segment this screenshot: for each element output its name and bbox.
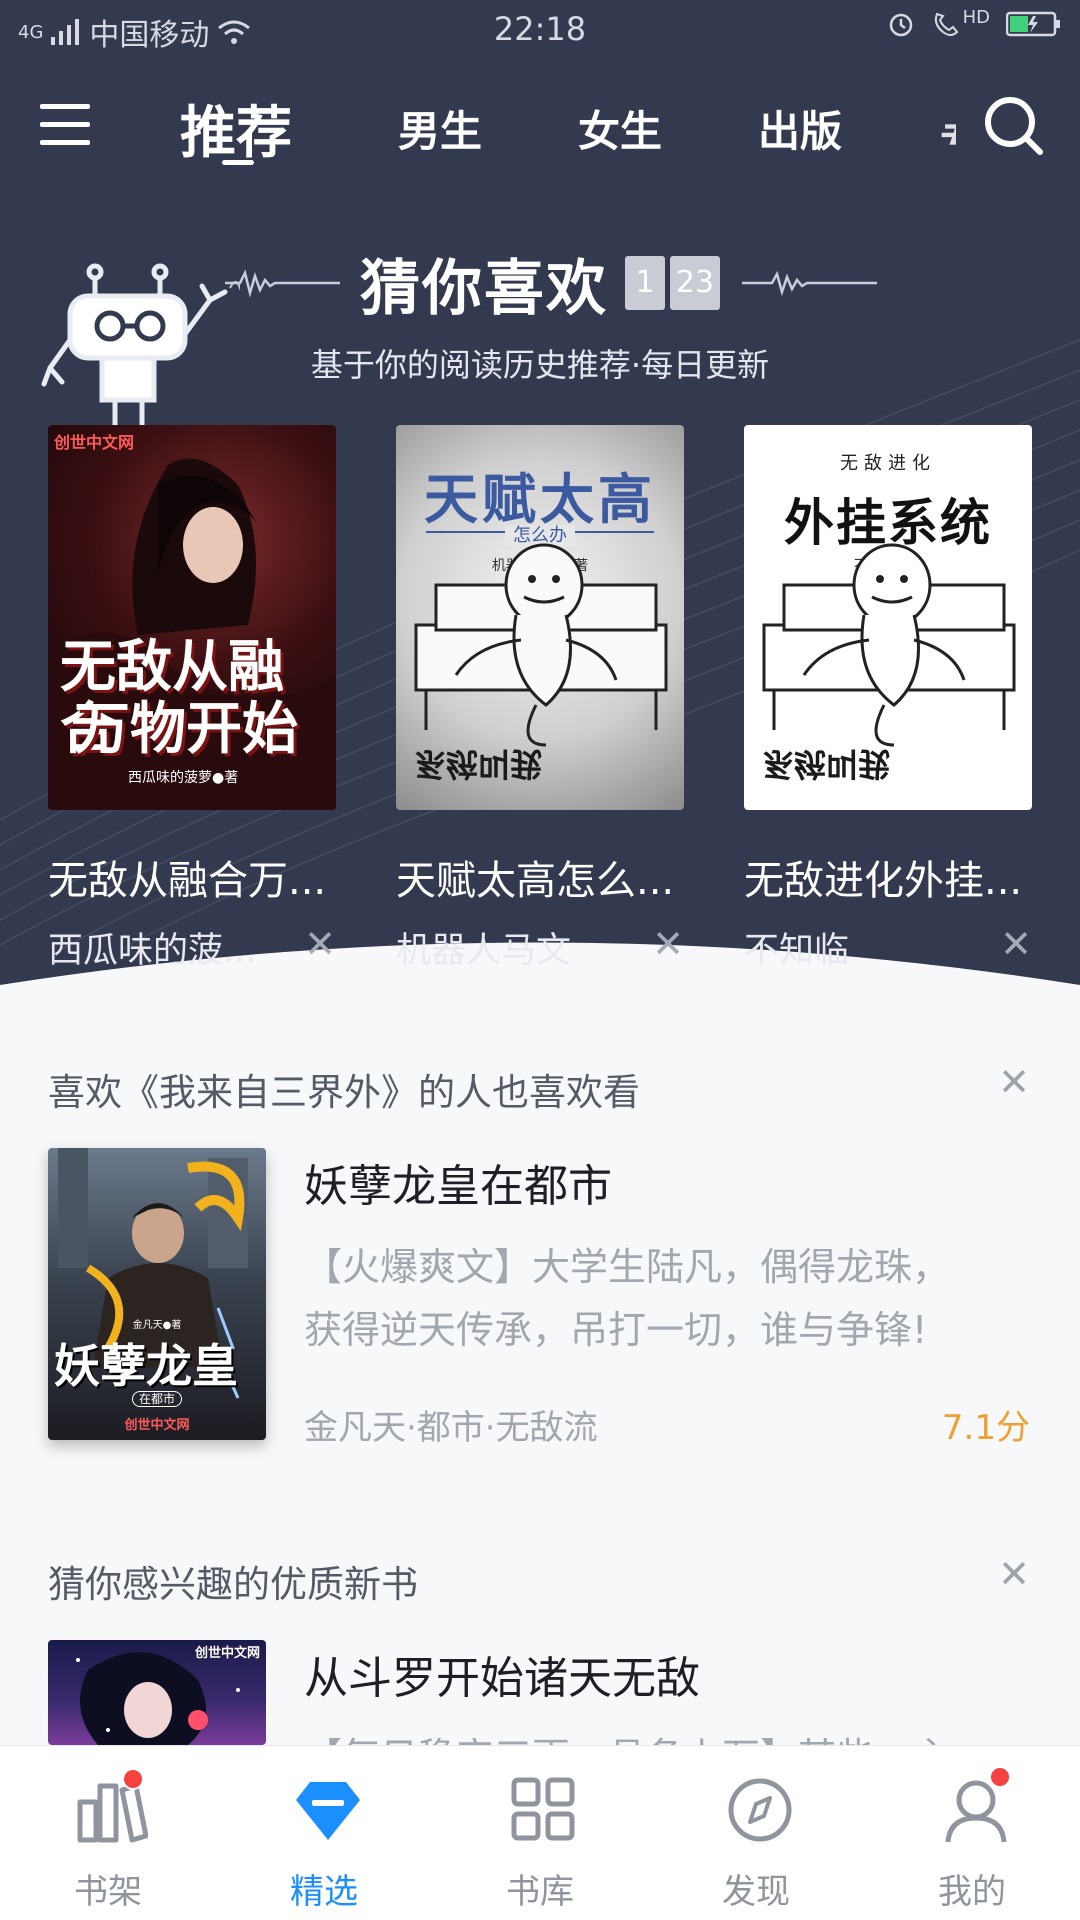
notification-badge — [989, 1766, 1011, 1788]
recommended-book-2[interactable]: 天赋太高 怎么办 机器人马文●著 系统叫我 天赋太高怎么... — [396, 425, 684, 971]
dismiss-close-icon[interactable]: ✕ — [1000, 922, 1032, 966]
alarm-icon — [889, 13, 912, 37]
section-close-icon[interactable]: ✕ — [998, 1552, 1030, 1596]
bottom-tab-library[interactable]: 书库 — [432, 1746, 648, 1920]
publisher-logo: 创世中文网 — [54, 433, 135, 452]
dismiss-close-icon[interactable]: ✕ — [652, 922, 684, 966]
menu-icon[interactable] — [40, 102, 92, 148]
book-author: 机器人马文 — [396, 931, 572, 971]
calendar-month: 1 — [625, 256, 665, 310]
desc-line-1: 【每日稳定三更，具备上万】某些、主 — [304, 1726, 1034, 1745]
tab-male[interactable]: 男生 — [398, 98, 482, 159]
book-cover[interactable]: 金凡天●著 妖孽龙皇 在都市 创世中文网 — [48, 1148, 266, 1440]
sound-wave-left — [225, 269, 340, 298]
desc-line-2: 获得逆天传承，吊打一切，谁与争锋! — [304, 1308, 928, 1352]
recommend-hero: 4G 中国移动 22:18 HD 推荐 男生 女生 出版 专 — [0, 0, 1080, 1015]
bottom-tab-bookshelf[interactable]: 书架 — [0, 1746, 216, 1920]
bottom-tab-featured[interactable]: 精选 — [216, 1746, 432, 1920]
book-cover[interactable]: 创世中文网 — [48, 1640, 266, 1745]
tab-publish[interactable]: 出版 — [758, 98, 842, 159]
tab-label: 书库 — [506, 1872, 574, 1912]
book-author: 不知临 — [744, 931, 850, 971]
diamond-icon — [296, 1782, 360, 1840]
book-author: 西瓜味的菠... — [48, 931, 257, 971]
tab-recommend[interactable]: 推荐 — [180, 88, 292, 169]
sound-wave-right — [742, 270, 877, 297]
book-title[interactable]: 无敌进化外挂... — [744, 848, 1032, 906]
book-cover[interactable]: 无敌进化 外挂系统 不知临●著 系统叫我 — [744, 425, 1032, 810]
cover-title: 妖孽龙皇 — [54, 1339, 238, 1393]
book-cover[interactable]: 创世中文网 无敌从融合 万物开始 西瓜味的菠萝●著 — [48, 425, 336, 810]
desc-line-1: 【火爆爽文】大学生陆凡，偶得龙珠， — [304, 1245, 951, 1289]
bottom-tab-bar: 书架 精选 书库 发现 我的 — [0, 1745, 1080, 1920]
cover-stamp: 系统叫我 — [762, 745, 891, 783]
call-icon — [934, 12, 958, 36]
battery-icon — [1006, 11, 1060, 37]
recommended-book-1[interactable]: 创世中文网 无敌从融合 万物开始 西瓜味的菠萝●著 无敌从融合万... 西瓜味的… — [48, 425, 336, 971]
notification-badge — [122, 1768, 144, 1790]
section-title: 猜你感兴趣的优质新书 — [48, 1563, 418, 1606]
tab-label: 发现 — [722, 1872, 790, 1912]
calendar-day: 23 — [670, 256, 720, 310]
section-close-icon[interactable]: ✕ — [998, 1060, 1030, 1104]
more-tabs-fade: 专 — [940, 108, 956, 148]
book-title[interactable]: 无敌从融合万... — [48, 848, 336, 906]
bottom-tab-mine[interactable]: 我的 — [864, 1746, 1080, 1920]
cover-stamp: 系统叫我 — [414, 745, 543, 783]
active-tab-indicator — [222, 160, 254, 165]
guess-subtitle: 基于你的阅读历史推荐·每日更新 — [310, 346, 770, 384]
book-title[interactable]: 妖孽龙皇在都市 — [304, 1150, 612, 1214]
book-score: 7.1分 — [941, 1408, 1030, 1448]
publisher-logo: 创世中文网 — [124, 1418, 190, 1433]
book-title[interactable]: 从斗罗开始诸天无敌 — [304, 1642, 700, 1706]
calendar-badge: 1 23 — [625, 256, 720, 310]
hd-indicator: HD — [962, 6, 990, 28]
book-description: 【火爆爽文】大学生陆凡，偶得龙珠， 获得逆天传承，吊打一切，谁与争锋! — [304, 1236, 1034, 1362]
compass-icon — [728, 1778, 792, 1842]
status-bar: 4G 中国移动 22:18 HD — [0, 0, 1080, 58]
book-cover[interactable]: 天赋太高 怎么办 机器人马文●著 系统叫我 — [396, 425, 684, 810]
guess-title: 猜你喜欢 — [360, 254, 608, 324]
book-description: 【每日稳定三更，具备上万】某些、主 — [304, 1726, 1034, 1745]
section-title: 喜欢《我来自三界外》的人也喜欢看 — [48, 1071, 640, 1114]
grid-icon — [511, 1777, 575, 1841]
recommended-book-3[interactable]: 无敌进化 外挂系统 不知临●著 系统叫我 无敌进化外挂... 不知临 — [744, 425, 1032, 971]
tab-label: 精选 — [290, 1872, 358, 1912]
bottom-tab-discover[interactable]: 发现 — [648, 1746, 864, 1920]
top-nav: 推荐 男生 女生 出版 专 — [0, 88, 1080, 168]
tab-female[interactable]: 女生 — [578, 98, 662, 159]
cover-subtitle: 在都市 — [131, 1391, 182, 1407]
dismiss-close-icon[interactable]: ✕ — [304, 922, 336, 966]
tab-label: 我的 — [938, 1872, 1006, 1912]
cover-author: 金凡天●著 — [132, 1320, 182, 1331]
tab-label: 书架 — [74, 1872, 142, 1912]
publisher-logo: 创世中文网 — [194, 1646, 260, 1661]
book-title[interactable]: 天赋太高怎么... — [396, 848, 684, 906]
cover-author: 西瓜味的菠萝●著 — [128, 770, 239, 786]
search-icon[interactable] — [982, 94, 1046, 158]
cover-title-line2: 万物开始 — [74, 697, 298, 762]
book-meta: 金凡天·都市·无敌流 — [304, 1408, 598, 1448]
